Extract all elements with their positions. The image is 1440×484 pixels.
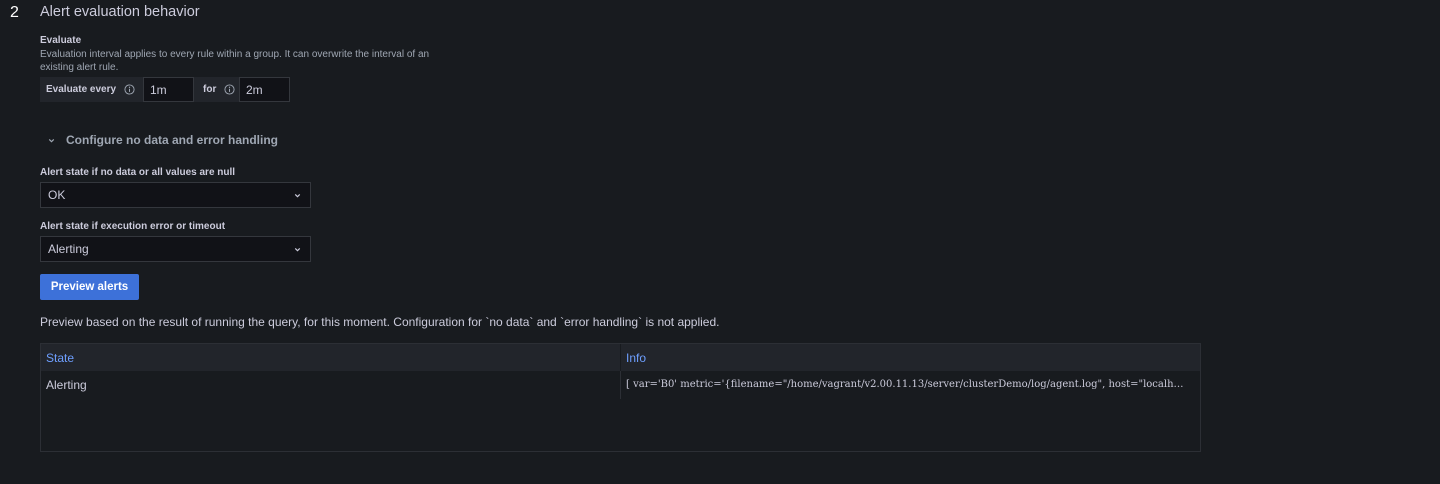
column-header-info[interactable]: Info — [626, 351, 646, 365]
no-data-state-value: OK — [48, 188, 66, 202]
for-label: for — [203, 84, 217, 95]
chevron-down-icon — [294, 193, 301, 197]
no-data-handling-toggle-label: Configure no data and error handling — [66, 133, 279, 147]
evaluate-every-input[interactable] — [143, 77, 194, 102]
preview-results-table: State Info Alerting [ var='B0' metric='{… — [40, 343, 1201, 452]
evaluate-label: Evaluate — [40, 35, 82, 46]
no-data-state-label: Alert state if no data or all values are… — [40, 167, 236, 178]
no-data-state-select[interactable]: OK — [40, 182, 311, 208]
info-circle-icon[interactable] — [224, 84, 235, 95]
preview-note: Preview based on the result of running t… — [40, 315, 720, 329]
chevron-down-icon — [48, 138, 55, 142]
chevron-down-icon — [294, 247, 301, 251]
info-circle-icon[interactable] — [124, 84, 135, 95]
preview-alerts-button[interactable]: Preview alerts — [40, 274, 139, 300]
step-number: 2 — [10, 4, 19, 21]
row-info-cell: [ var='B0' metric='{filename="/home/vagr… — [626, 379, 1186, 390]
column-header-state[interactable]: State — [46, 351, 74, 365]
evaluate-every-label: Evaluate every — [46, 84, 117, 95]
table-header: State Info — [41, 344, 1200, 371]
alert-evaluation-section: 2 Alert evaluation behavior Evaluate Eva… — [0, 0, 1440, 484]
column-divider — [620, 344, 621, 371]
row-state-cell: Alerting — [46, 378, 87, 392]
for-duration-input[interactable] — [239, 77, 290, 102]
evaluate-interval-row: Evaluate every for — [40, 77, 290, 102]
exec-error-state-select[interactable]: Alerting — [40, 236, 311, 262]
evaluate-every-addon: Evaluate every — [40, 77, 143, 102]
no-data-handling-toggle[interactable]: Configure no data and error handling — [47, 133, 278, 147]
exec-error-state-label: Alert state if execution error or timeou… — [40, 221, 226, 232]
exec-error-state-value: Alerting — [48, 242, 89, 256]
evaluate-description: Evaluation interval applies to every rul… — [40, 49, 430, 73]
for-addon: for — [194, 77, 239, 102]
section-title: Alert evaluation behavior — [40, 4, 200, 20]
column-divider — [620, 371, 621, 399]
